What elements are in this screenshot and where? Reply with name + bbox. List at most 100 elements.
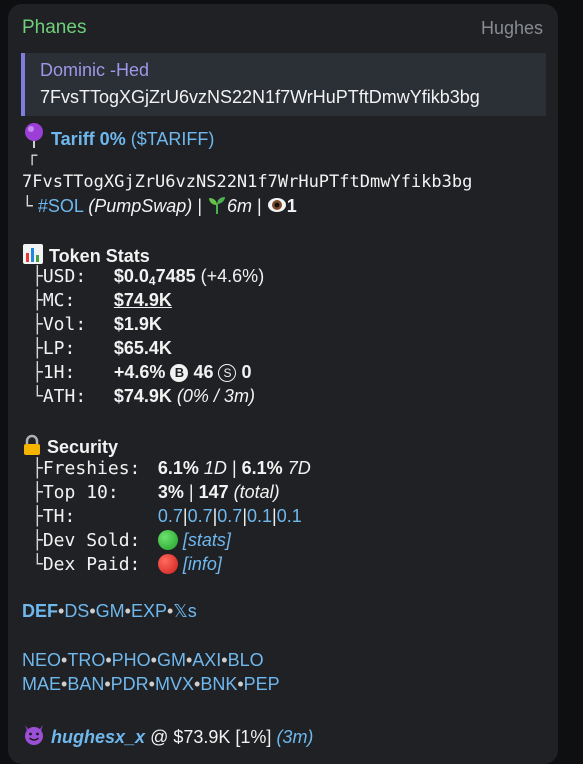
tree-branch: ├ [32, 482, 43, 503]
link-tro[interactable]: TRO [67, 650, 105, 670]
caller-entry: @ $73.9K [1%] [150, 727, 272, 747]
link-gm[interactable]: GM [96, 601, 125, 621]
eye-icon [267, 195, 287, 220]
stat-label: ATH: [42, 386, 87, 407]
tree-branch: ├ [32, 266, 43, 287]
tree-branch: ├ [32, 530, 43, 551]
separator: | [257, 196, 262, 216]
dev-sold-label: Dev Sold: [42, 530, 141, 551]
freshies-7d-label: 7D [287, 458, 311, 478]
sender-name[interactable]: Phanes [22, 17, 86, 39]
link-mae[interactable]: MAE [22, 674, 61, 694]
separator: | [231, 458, 237, 478]
link-ds[interactable]: DS [64, 601, 89, 621]
stat-row-lp: ├LP: $65.4K [32, 338, 172, 359]
link-pep[interactable]: PEP [244, 674, 280, 694]
tree-branch: ├ [32, 458, 43, 479]
stat-label: USD: [42, 266, 87, 287]
via-bot-name: Hughes [480, 18, 543, 38]
stat-row-vol: ├Vol: $1.9K [32, 314, 162, 335]
link-axi[interactable]: AXI [192, 650, 221, 670]
link-def[interactable]: DEF [22, 601, 58, 621]
tree-branch: ├ [32, 362, 43, 383]
reply-author: Dominic -Hed [40, 60, 150, 80]
dev-stats-link[interactable]: [stats] [183, 530, 231, 550]
link-pdr[interactable]: PDR [111, 674, 149, 694]
market-cap-link[interactable]: $74.9K [114, 290, 172, 310]
usd-change: (+4.6%) [200, 266, 265, 286]
volume-value: $1.9K [113, 314, 162, 334]
th-label: TH: [42, 506, 76, 527]
separator: | [197, 196, 202, 216]
link-bnk[interactable]: BNK [200, 674, 237, 694]
tree-branch: └ [32, 554, 43, 575]
smiling-devil-icon [22, 722, 46, 751]
tree-top-connector: ┌ [27, 146, 38, 166]
sells-icon: S [218, 364, 237, 382]
token-age: 6m [227, 196, 253, 216]
buys-count: 46 [193, 362, 214, 382]
link-blo[interactable]: BLO [228, 650, 264, 670]
sells-count: 0 [241, 362, 252, 382]
caller-name-link[interactable]: hughesx_x [51, 727, 145, 747]
buys-icon: B [170, 364, 189, 382]
link-pho[interactable]: PHO [112, 650, 151, 670]
top-holder-link[interactable]: 0.1 [247, 506, 272, 526]
security-th: ├TH: 0.7|0.7|0.7|0.1|0.1 [32, 506, 302, 527]
security-title: Security [47, 437, 119, 457]
usd-price-part1: $0.0 [113, 266, 149, 286]
trade-links-row-1: NEO•TRO•PHO•GM•AXI•BLO [22, 650, 264, 671]
tree-branch: ├ [32, 506, 43, 527]
stat-row-1h: ├1H: +4.6% B 46 S 0 [32, 362, 252, 383]
trade-links-row-2: MAE•BAN•PDR•MVX•BNK•PEP [22, 674, 280, 695]
stat-label: MC: [42, 290, 76, 311]
token-address[interactable]: 7FvsTTogXGjZrU6vzNS22N1f7WrHuPTftDmwYfik… [22, 172, 472, 192]
link-ban[interactable]: BAN [67, 674, 104, 694]
stat-row-ath: └ATH: $74.9K (0% / 3m) [32, 386, 255, 407]
green-circle-icon [157, 530, 178, 550]
usd-price-zeros: 4 [148, 274, 156, 288]
tree-end-connector: └ [22, 196, 33, 217]
token-stats-title: Token Stats [49, 246, 150, 266]
views-count: 1 [286, 196, 297, 216]
stat-row-mc: ├MC: $74.9K [32, 290, 172, 311]
hour-change: +4.6% [113, 362, 166, 382]
token-ticker-link[interactable]: ($TARIFF) [131, 129, 215, 149]
token-name-link[interactable]: Tariff 0% [51, 129, 126, 149]
reply-text: 7FvsTTogXGjZrU6vzNS22N1f7WrHuPTftDmwYfik… [40, 87, 480, 107]
link-mvx[interactable]: MVX [155, 674, 194, 694]
chain-tag-link[interactable]: #SOL [38, 196, 83, 216]
tree-branch: ├ [32, 290, 43, 311]
stat-row-usd: ├USD: $0.047485 (+4.6%) [32, 266, 264, 288]
freshies-1d-label: 1D [203, 458, 227, 478]
tree-branch: └ [32, 386, 43, 407]
reply-quote[interactable]: Dominic -Hed 7FvsTTogXGjZrU6vzNS22N1f7Wr… [21, 53, 546, 116]
top-holder-link[interactable]: 0.7 [158, 506, 183, 526]
token-chain-line: └ #SOL (PumpSwap) | 6m | 1 [22, 195, 297, 220]
holders-count: 147 [198, 482, 229, 502]
top-holder-link[interactable]: 0.7 [217, 506, 242, 526]
link-x-search[interactable]: 𝕏s [173, 601, 197, 621]
lock-icon [22, 434, 42, 461]
liquidity-value: $65.4K [113, 338, 172, 358]
freshies-1d-value: 6.1% [157, 458, 199, 478]
top10-label: Top 10: [42, 482, 119, 503]
top-holder-link[interactable]: 0.1 [277, 506, 302, 526]
security-top10: ├Top 10: 3% | 147 (total) [32, 482, 280, 503]
freshies-7d-value: 6.1% [241, 458, 283, 478]
top10-percent: 3% [157, 482, 184, 502]
dex-info-link[interactable]: [info] [183, 554, 222, 574]
dex-name: (PumpSwap) [88, 196, 193, 216]
top-holder-link[interactable]: 0.7 [188, 506, 213, 526]
usd-price-part2: 7485 [155, 266, 196, 286]
tree-branch: ├ [32, 338, 43, 359]
link-neo[interactable]: NEO [22, 650, 61, 670]
link-exp[interactable]: EXP [131, 601, 167, 621]
caller-time-link[interactable]: (3m) [276, 727, 313, 747]
link-gm[interactable]: GM [157, 650, 186, 670]
ath-value: $74.9K [113, 386, 172, 406]
security-dex-paid: └Dex Paid: [info] [32, 554, 222, 575]
separator: | [188, 482, 194, 502]
ath-detail: (0% / 3m) [176, 386, 255, 406]
security-dev-sold: ├Dev Sold: [stats] [32, 530, 231, 551]
